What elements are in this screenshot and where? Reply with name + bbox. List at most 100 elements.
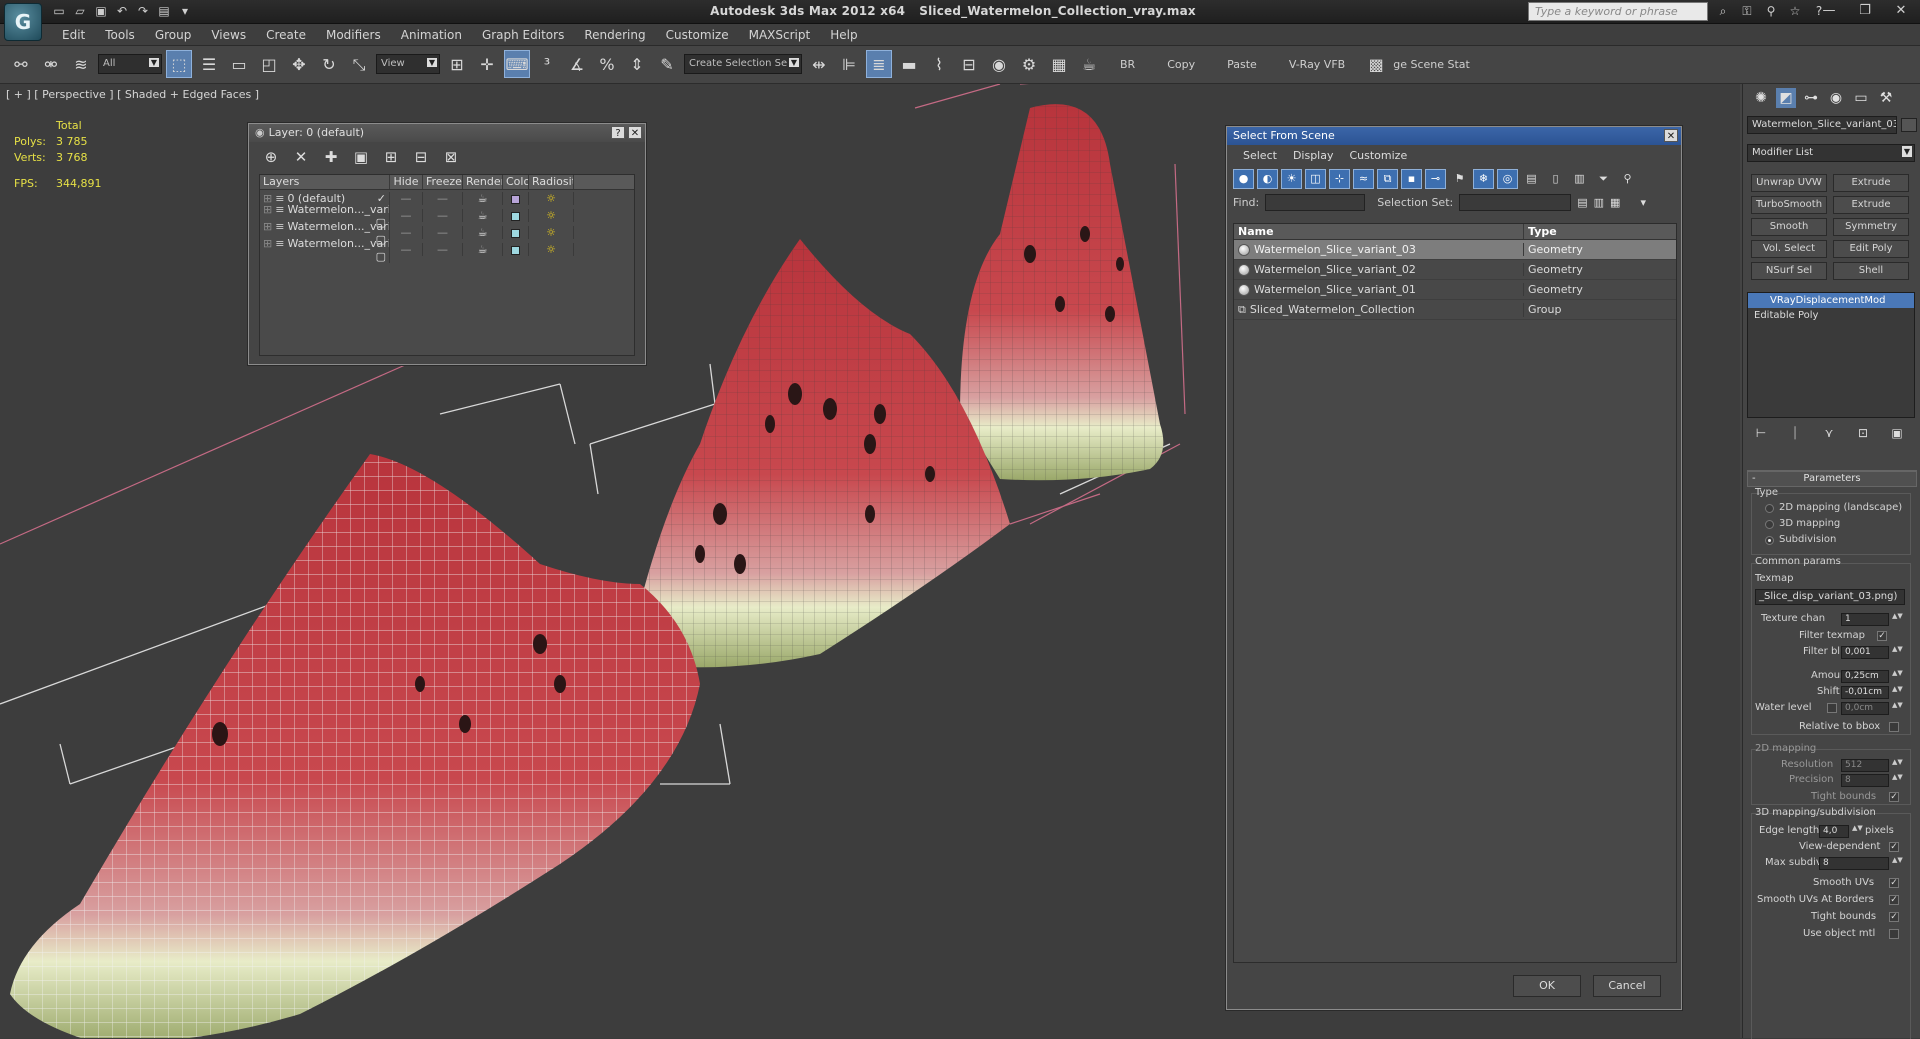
remove-modifier-icon[interactable]: ⊡ — [1853, 426, 1873, 442]
display-invert-icon[interactable]: ▥ — [1569, 169, 1590, 189]
render-teapot-icon[interactable]: ☕ — [463, 226, 503, 239]
close-icon[interactable]: ✕ — [1664, 129, 1678, 142]
binoculars-icon[interactable]: ⌕ — [1714, 3, 1732, 20]
resolution-field[interactable]: 512 — [1841, 759, 1889, 772]
highlight-layer-icon[interactable]: ⊞ — [381, 148, 401, 166]
find-input[interactable] — [1265, 193, 1366, 211]
column-layers[interactable]: Layers — [260, 175, 390, 189]
use-object-mtl-checkbox[interactable] — [1889, 929, 1899, 939]
max-subdivs-spinner[interactable]: ▲▼ — [1892, 857, 1903, 870]
scene-object-row[interactable]: Watermelon_Slice_variant_03 Geometry — [1234, 240, 1676, 260]
texture-chan-spinner[interactable]: ▲▼ — [1892, 613, 1903, 626]
menu-select[interactable]: Select — [1243, 149, 1277, 162]
utilities-tab-icon[interactable]: ⚒ — [1876, 88, 1896, 108]
named-selection-dropdown[interactable]: Create Selection Se — [684, 54, 802, 74]
ok-button[interactable]: OK — [1513, 975, 1581, 997]
maximize-icon[interactable]: ❐ — [1852, 2, 1878, 20]
mirror-icon[interactable]: ⇹ — [806, 50, 832, 78]
display-none-icon[interactable]: ▯ — [1545, 169, 1566, 189]
display-containers-icon[interactable]: ⚑ — [1449, 169, 1470, 189]
display-geometry-icon[interactable]: ● — [1233, 169, 1254, 189]
filter-blur-spinner[interactable]: ▲▼ — [1892, 646, 1903, 659]
scene-stats-button[interactable]: ge Scene Stat — [1393, 58, 1484, 71]
vray-vfb-button[interactable]: V-Ray VFB — [1275, 58, 1359, 71]
unlink-icon[interactable]: ⚮ — [38, 50, 64, 78]
column-freeze[interactable]: Freeze — [423, 175, 463, 189]
edge-length-field[interactable]: 4,0 — [1819, 825, 1849, 838]
menu-create[interactable]: Create — [256, 28, 316, 42]
menu-views[interactable]: Views — [201, 28, 256, 42]
pivot-center-icon[interactable]: ⊞ — [444, 50, 470, 78]
select-invert-icon[interactable]: ▦ — [1610, 196, 1620, 209]
menu-edit[interactable]: Edit — [52, 28, 95, 42]
column-hide[interactable]: Hide — [390, 175, 423, 189]
radio-subdivision[interactable] — [1765, 536, 1774, 545]
radiosity-bulb-icon[interactable]: ☼ — [529, 243, 574, 256]
show-end-result-icon[interactable]: ⏐ — [1785, 426, 1805, 442]
graphite-ribbon-icon[interactable]: ▬ — [896, 50, 922, 78]
texmap-button[interactable]: _Slice_disp_variant_03.png) — [1755, 589, 1905, 605]
display-cameras-icon[interactable]: ◫ — [1305, 169, 1326, 189]
freeze-all-layers-icon[interactable]: ⊠ — [441, 148, 461, 166]
window-crossing-icon[interactable]: ◰ — [256, 50, 282, 78]
smooth-uvs-checkbox[interactable]: ✓ — [1889, 878, 1899, 888]
select-from-scene-titlebar[interactable]: Select From Scene ✕ — [1227, 127, 1681, 145]
hide-all-layers-icon[interactable]: ⊟ — [411, 148, 431, 166]
menu-customize[interactable]: Customize — [1349, 149, 1407, 162]
modifier-list-dropdown[interactable]: Modifier List — [1747, 144, 1915, 162]
link-icon[interactable]: ⚯ — [8, 50, 34, 78]
search-input[interactable]: Type a keyword or phrase — [1528, 2, 1708, 21]
reference-coordinate-dropdown[interactable]: View — [376, 54, 440, 74]
options-dropdown-icon[interactable]: ▾ — [1640, 196, 1646, 209]
radiosity-bulb-icon[interactable]: ☼ — [529, 226, 574, 239]
layer-hide-toggle[interactable]: — — [390, 226, 423, 239]
scale-icon[interactable]: ⤡ — [346, 50, 372, 78]
menu-graph-editors[interactable]: Graph Editors — [472, 28, 574, 42]
cancel-button[interactable]: Cancel — [1593, 975, 1661, 997]
close-icon[interactable]: ✕ — [1888, 2, 1914, 20]
make-unique-icon[interactable]: ⋎ — [1819, 426, 1839, 442]
material-editor-icon[interactable]: ◉ — [986, 50, 1012, 78]
filter-icon[interactable]: ⏷ — [1593, 169, 1614, 189]
display-lights-icon[interactable]: ☀ — [1281, 169, 1302, 189]
render-teapot-icon[interactable]: ☕ — [463, 243, 503, 256]
rotate-icon[interactable]: ↻ — [316, 50, 342, 78]
precision-field[interactable]: 8 — [1841, 774, 1889, 787]
modifier-button-smooth[interactable]: Smooth — [1751, 218, 1827, 236]
selection-set-dropdown[interactable] — [1459, 193, 1572, 211]
layer-freeze-toggle[interactable]: — — [423, 209, 463, 222]
menu-animation[interactable]: Animation — [391, 28, 472, 42]
menu-display[interactable]: Display — [1293, 149, 1334, 162]
column-radiosity[interactable]: Radiosity — [529, 175, 574, 189]
scene-object-row[interactable]: Watermelon_Slice_variant_02 Geometry — [1234, 260, 1676, 280]
app-logo-icon[interactable]: G — [4, 3, 42, 41]
filter-blur-field[interactable]: 0,001 — [1841, 646, 1889, 659]
layer-hide-toggle[interactable]: — — [390, 209, 423, 222]
selection-filter-dropdown[interactable]: All — [98, 54, 162, 74]
layer-manager-titlebar[interactable]: ◉ Layer: 0 (default) ? ✕ — [249, 124, 645, 142]
menu-customize[interactable]: Customize — [656, 28, 739, 42]
modifier-button-symmetry[interactable]: Symmetry — [1833, 218, 1909, 236]
radiosity-bulb-icon[interactable]: ☼ — [529, 192, 574, 205]
modifier-button-extrude[interactable]: Extrude — [1833, 174, 1909, 192]
shift-spinner[interactable]: ▲▼ — [1892, 686, 1903, 699]
motion-tab-icon[interactable]: ◉ — [1826, 88, 1846, 108]
create-tab-icon[interactable]: ✺ — [1751, 88, 1771, 108]
layer-color-swatch[interactable] — [503, 226, 529, 239]
layer-color-swatch[interactable] — [503, 243, 529, 256]
modifier-button-edit-poly[interactable]: Edit Poly — [1833, 240, 1909, 258]
rendered-frame-icon[interactable]: ▦ — [1046, 50, 1072, 78]
paste-button[interactable]: Paste — [1213, 58, 1271, 71]
scene-stats-icon[interactable]: ▩ — [1363, 50, 1389, 78]
select-none-icon[interactable]: ▥ — [1594, 196, 1604, 209]
layer-row[interactable]: ⊞ ≡ Watermelon..._vari ▢ — — ☕ ☼ — [260, 236, 634, 263]
tight-bounds-checkbox[interactable]: ✓ — [1889, 792, 1899, 802]
stack-item-editable-poly[interactable]: Editable Poly — [1748, 308, 1914, 323]
modify-tab-icon[interactable]: ◩ — [1776, 88, 1796, 108]
select-by-name-icon[interactable]: ☰ — [196, 50, 222, 78]
layer-color-swatch[interactable] — [503, 192, 529, 205]
close-icon[interactable]: ✕ — [628, 126, 642, 139]
render-setup-icon[interactable]: ⚙ — [1016, 50, 1042, 78]
help-icon[interactable]: ? — [611, 126, 625, 139]
menu-modifiers[interactable]: Modifiers — [316, 28, 391, 42]
